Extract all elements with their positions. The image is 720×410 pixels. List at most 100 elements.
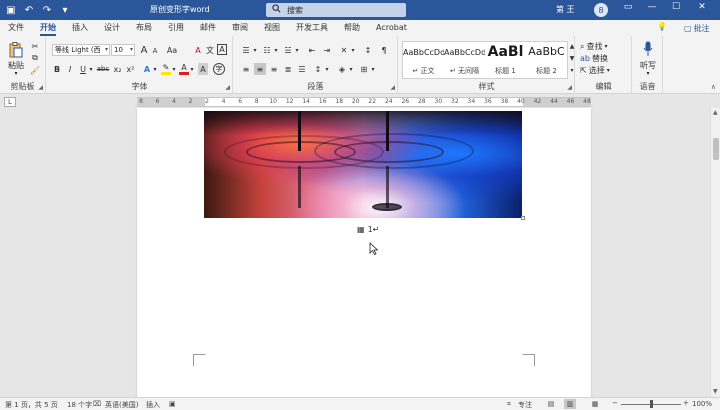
italic-button[interactable]: I xyxy=(65,63,75,75)
styles-scroll-up-icon[interactable]: ▲ xyxy=(569,42,575,50)
strikethrough-button[interactable]: abc xyxy=(96,63,110,75)
multilevel-list-icon[interactable]: ☱ xyxy=(282,44,294,56)
tab-9[interactable]: 开发工具 xyxy=(288,20,336,36)
image-resize-handle[interactable] xyxy=(521,216,525,220)
zoom-in-button[interactable]: + xyxy=(683,399,689,407)
underline-dropdown-icon[interactable]: ▾ xyxy=(88,64,94,74)
find-button[interactable]: ⌕ 查找 ▾ xyxy=(580,41,630,52)
save-icon[interactable]: ▣ xyxy=(4,3,18,17)
tab-4[interactable]: 布局 xyxy=(128,20,160,36)
cut-icon[interactable]: ✂ xyxy=(30,41,40,51)
focus-icon[interactable]: ⌗ xyxy=(507,400,511,409)
microphone-icon[interactable] xyxy=(641,40,655,58)
tab-selector[interactable]: L xyxy=(4,97,16,107)
user-name[interactable]: 第 王 xyxy=(556,4,575,15)
change-case-icon[interactable]: Aa xyxy=(165,44,179,56)
text-effects-dropdown-icon[interactable]: ▾ xyxy=(152,64,158,74)
tab-1[interactable]: 开始 xyxy=(32,20,64,36)
dictate-dropdown-icon[interactable]: ▾ xyxy=(644,69,652,77)
asian-layout-icon[interactable]: ✕ xyxy=(338,44,350,56)
insert-mode[interactable]: 插入 xyxy=(146,400,160,410)
clipboard-launcher-icon[interactable]: ◢ xyxy=(38,84,43,91)
maximize-icon[interactable]: ☐ xyxy=(666,2,686,12)
tab-10[interactable]: 帮助 xyxy=(336,20,368,36)
line-spacing-dropdown-icon[interactable]: ▾ xyxy=(324,64,330,74)
shading-icon[interactable]: ◈ xyxy=(336,63,348,75)
decrease-indent-icon[interactable]: ⇤ xyxy=(306,44,318,56)
distributed-icon[interactable]: ☰ xyxy=(296,63,308,75)
close-icon[interactable]: ✕ xyxy=(692,2,712,12)
collapse-ribbon-icon[interactable]: ∧ xyxy=(711,83,716,91)
grow-font-icon[interactable]: A xyxy=(139,44,149,56)
customize-toolbar-icon[interactable]: ▾ xyxy=(58,3,72,17)
focus-mode[interactable]: 专注 xyxy=(518,400,532,410)
style-item-2[interactable]: AaBl 标题 1 xyxy=(485,42,526,78)
numbering-icon[interactable]: ☷ xyxy=(261,44,273,56)
highlight-icon[interactable]: ✎ xyxy=(161,63,171,75)
borders-dropdown-icon[interactable]: ▾ xyxy=(370,64,376,74)
tab-6[interactable]: 邮件 xyxy=(192,20,224,36)
search-box[interactable]: 搜索 xyxy=(266,3,406,17)
underline-button[interactable]: U xyxy=(78,63,88,75)
horizontal-ruler[interactable]: 8 6 4 2 2 4 6 8 10 12 14 16 18 20 22 24 26 28 30 32 34 36 38 40… xyxy=(137,97,591,107)
paste-icon[interactable] xyxy=(8,41,24,59)
styles-launcher-icon[interactable]: ◢ xyxy=(567,84,572,91)
font-name-select[interactable]: 等线 Light (西 ▾ xyxy=(52,44,110,56)
align-right-icon[interactable]: ≡ xyxy=(268,63,280,75)
borders-icon[interactable]: ⊞ xyxy=(358,63,370,75)
undo-icon[interactable]: ↶ xyxy=(22,3,36,17)
paragraph-launcher-icon[interactable]: ◢ xyxy=(390,84,395,91)
tab-3[interactable]: 设计 xyxy=(96,20,128,36)
paste-dropdown-icon[interactable]: ▾ xyxy=(12,69,20,77)
highlight-dropdown-icon[interactable]: ▾ xyxy=(171,64,177,74)
text-effects-icon[interactable]: A xyxy=(142,63,152,75)
style-item-0[interactable]: AaBbCcDd ↵ 正文 xyxy=(403,42,444,78)
superscript-button[interactable]: x² xyxy=(125,63,136,75)
comment-button[interactable]: ▢ 批注 xyxy=(684,21,716,35)
word-count[interactable]: 18 个字 xyxy=(67,400,92,410)
asian-layout-dropdown-icon[interactable]: ▾ xyxy=(350,45,356,55)
format-painter-icon[interactable]: 🖌 xyxy=(30,65,40,75)
styles-more-icon[interactable]: ▾ xyxy=(569,66,575,74)
ribbon-display-icon[interactable]: ▭ xyxy=(618,2,638,12)
read-mode-icon[interactable]: ▤ xyxy=(545,399,557,409)
line-spacing-icon[interactable]: ↕ xyxy=(312,63,324,75)
minimize-icon[interactable]: — xyxy=(642,2,662,12)
print-layout-icon[interactable]: ▥ xyxy=(564,399,576,409)
tab-8[interactable]: 视图 xyxy=(256,20,288,36)
document-page[interactable]: ▦ 1↵ xyxy=(137,108,591,397)
justify-icon[interactable]: ≣ xyxy=(282,63,294,75)
phonetic-guide-icon[interactable]: 文 xyxy=(205,44,215,56)
tab-5[interactable]: 引用 xyxy=(160,20,192,36)
replace-button[interactable]: ab 替换 xyxy=(580,53,630,64)
style-item-3[interactable]: AaBbC 标题 2 xyxy=(526,42,567,78)
document-image[interactable] xyxy=(204,111,522,218)
shrink-font-icon[interactable]: A xyxy=(150,45,160,57)
align-center-icon[interactable]: ≡ xyxy=(254,63,266,75)
style-item-1[interactable]: AaBbCcDd ↵ 无间隔 xyxy=(444,42,485,78)
macro-icon[interactable]: ▣ xyxy=(169,400,176,408)
char-shading-icon[interactable]: A xyxy=(198,63,208,75)
select-button[interactable]: ⇱ 选择 ▾ xyxy=(580,65,630,76)
enclose-char-icon[interactable]: 字 xyxy=(213,63,225,75)
zoom-level[interactable]: 100% xyxy=(692,400,712,408)
web-layout-icon[interactable]: ▦ xyxy=(589,399,601,409)
font-size-select[interactable]: 10 ▾ xyxy=(111,44,135,56)
styles-scroll-down-icon[interactable]: ▼ xyxy=(569,54,575,62)
image-caption[interactable]: ▦ 1↵ xyxy=(357,225,379,234)
char-border-icon[interactable]: A xyxy=(217,44,227,55)
copy-icon[interactable]: ⧉ xyxy=(30,53,40,63)
tab-0[interactable]: 文件 xyxy=(0,20,32,36)
font-color-icon[interactable]: A xyxy=(179,63,189,75)
tab-2[interactable]: 插入 xyxy=(64,20,96,36)
multilevel-dropdown-icon[interactable]: ▾ xyxy=(294,45,300,55)
scroll-up-icon[interactable]: ▲ xyxy=(713,109,718,116)
redo-icon[interactable]: ↷ xyxy=(40,3,54,17)
tab-7[interactable]: 审阅 xyxy=(224,20,256,36)
subscript-button[interactable]: x₂ xyxy=(112,63,123,75)
bold-button[interactable]: B xyxy=(52,63,62,75)
lightbulb-icon[interactable]: 💡 xyxy=(657,22,667,31)
scroll-down-icon[interactable]: ▼ xyxy=(713,388,718,395)
proofing-icon[interactable]: ⌧ xyxy=(93,400,101,408)
page-count[interactable]: 第 1 页，共 5 页 xyxy=(5,400,58,410)
